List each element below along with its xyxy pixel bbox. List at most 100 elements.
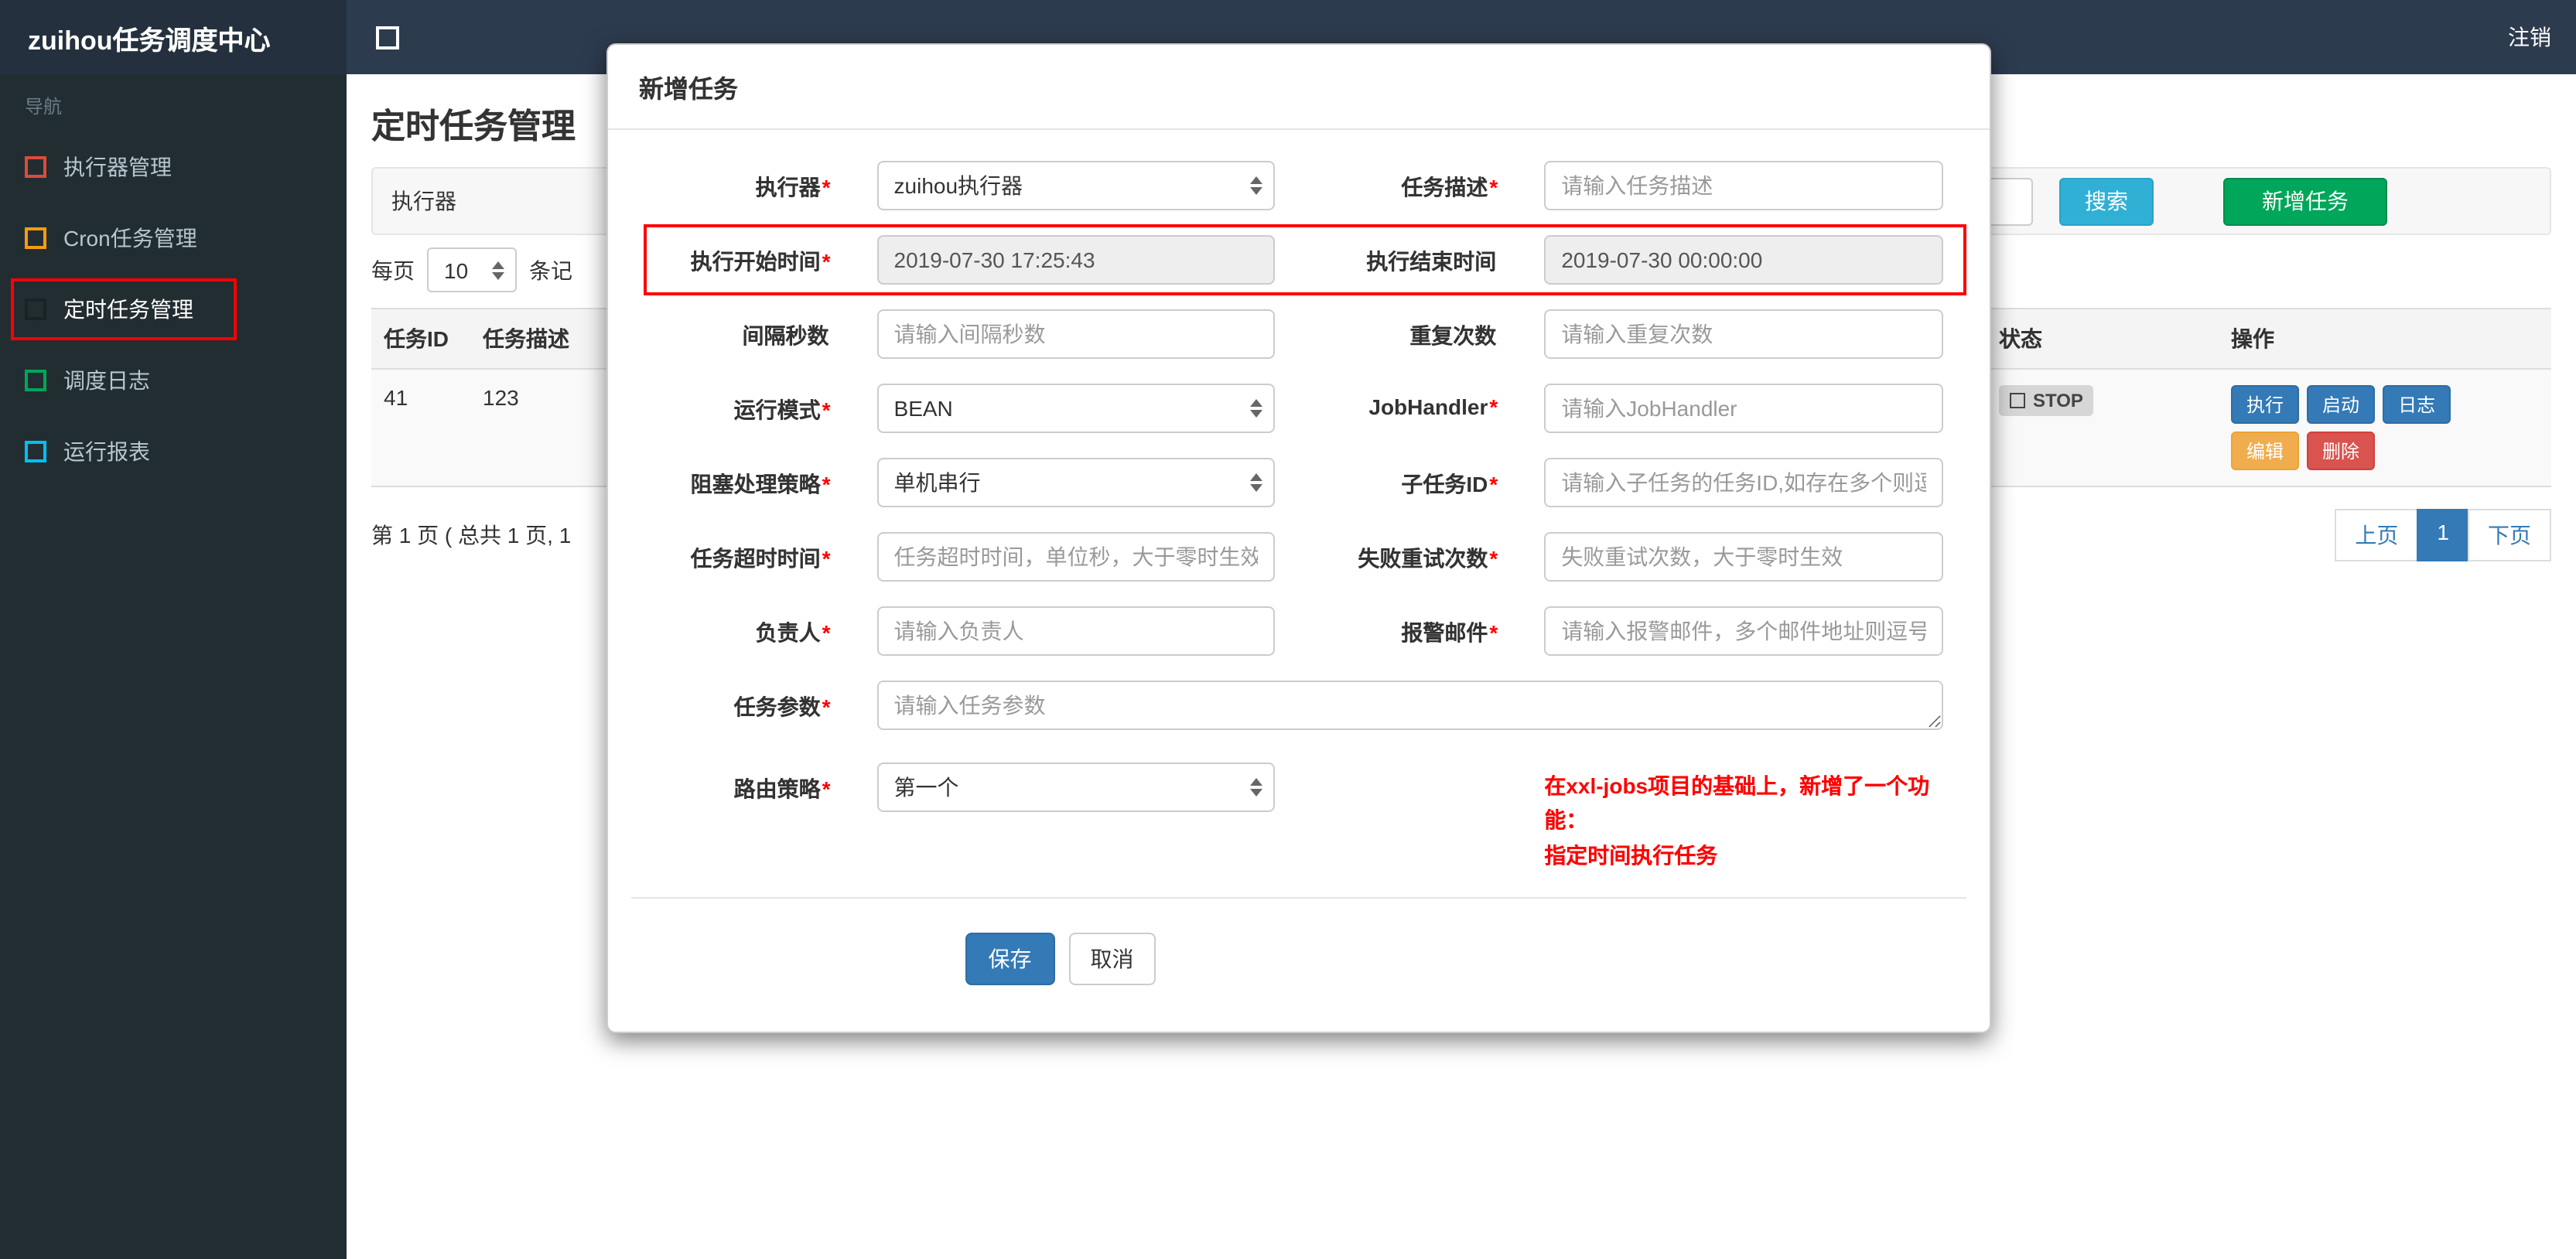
logout-link[interactable]: 注销 xyxy=(2508,22,2576,53)
select-arrows-icon xyxy=(1250,778,1263,797)
row-op-buttons: 执行 启动 日志 编辑 删除 xyxy=(2231,385,2494,470)
timeout-input[interactable] xyxy=(876,532,1276,582)
modal-title: 新增任务 xyxy=(608,45,1990,130)
run-mode-label: 运行模式 * xyxy=(733,397,831,422)
add-job-modal: 新增任务 执行器* zuihou执行器 任务描述* 执行开始时间* xyxy=(606,43,1991,1034)
start-button[interactable]: 启动 xyxy=(2307,385,2376,424)
interval-label: 间隔秒数 xyxy=(742,323,829,348)
delete-button[interactable]: 删除 xyxy=(2307,432,2376,470)
square-icon xyxy=(2010,393,2025,408)
per-page-suffix-label: 条记 xyxy=(529,258,572,282)
select-arrows-icon xyxy=(492,261,504,279)
app-brand: zuihou任务调度中心 xyxy=(0,0,347,74)
sidebar-item-label: Cron任务管理 xyxy=(63,226,197,251)
save-button[interactable]: 保存 xyxy=(965,933,1055,986)
screen: zuihou任务调度中心 注销 导航 执行器管理 Cron任务管理 定时任务管理 xyxy=(0,0,2576,1259)
select-arrows-icon xyxy=(1250,473,1263,492)
pagination: 上页 1 下页 xyxy=(2335,509,2551,561)
form-row-block-strategy: 阻塞处理策略 * 单机串行 子任务ID * xyxy=(631,458,1966,507)
job-params-label: 任务参数 * xyxy=(733,694,831,719)
sidebar-toggle-icon[interactable] xyxy=(376,26,399,49)
edit-button[interactable]: 编辑 xyxy=(2231,432,2300,470)
log-button[interactable]: 日志 xyxy=(2383,385,2451,424)
status-badge: STOP xyxy=(1999,385,2094,416)
owner-label: 负责人 * xyxy=(755,620,831,645)
timeout-label: 任务超时时间 * xyxy=(690,546,831,571)
sidebar-item-label: 执行器管理 xyxy=(63,155,172,179)
block-strategy-select[interactable]: 单机串行 xyxy=(876,458,1276,507)
form-row-run-mode: 运行模式 * BEAN JobHandler * xyxy=(631,384,1966,433)
route-strategy-label: 路由策略 * xyxy=(733,776,831,801)
sidebar-item-timed-task[interactable]: 定时任务管理 xyxy=(0,274,347,345)
jobhandler-input[interactable] xyxy=(1544,384,1943,433)
modal-footer: 保存 取消 xyxy=(608,899,1990,1032)
alarm-email-label: 报警邮件 * xyxy=(1401,620,1498,645)
start-time-input[interactable] xyxy=(876,235,1276,285)
form-row-job-params: 任务参数 * xyxy=(631,681,1966,738)
select-arrows-icon xyxy=(1250,399,1263,418)
cancel-button[interactable]: 取消 xyxy=(1068,933,1156,986)
col-header-operation: 操作 xyxy=(2219,308,2551,370)
pagination-summary: 第 1 页 ( 总共 1 页, 1 xyxy=(371,523,572,548)
jobhandler-label: JobHandler * xyxy=(1368,394,1498,419)
owner-input[interactable] xyxy=(876,606,1276,656)
sidebar-item-run-report[interactable]: 运行报表 xyxy=(0,416,347,487)
add-job-button[interactable]: 新增任务 xyxy=(2223,177,2387,225)
modal-body: 执行器* zuihou执行器 任务描述* 执行开始时间* 执行 xyxy=(608,130,1990,872)
block-strategy-label: 阻塞处理策略 * xyxy=(690,472,831,496)
alarm-email-input[interactable] xyxy=(1544,606,1943,656)
retry-count-input[interactable] xyxy=(1544,532,1943,582)
sidebar-item-label: 调度日志 xyxy=(63,368,150,393)
square-icon xyxy=(25,156,46,178)
sidebar: 导航 执行器管理 Cron任务管理 定时任务管理 调度日志 运行报表 xyxy=(0,74,347,1259)
square-icon xyxy=(25,227,46,249)
square-icon xyxy=(25,441,46,462)
sidebar-section-label: 导航 xyxy=(25,96,63,118)
cell-operation: 执行 启动 日志 编辑 删除 xyxy=(2219,369,2551,487)
sidebar-menu: 执行器管理 Cron任务管理 定时任务管理 调度日志 运行报表 xyxy=(0,131,347,487)
executor-label: 执行器 * xyxy=(755,175,831,200)
select-arrows-icon xyxy=(1250,176,1263,195)
form-row-timeout: 任务超时时间* 失败重试次数* xyxy=(631,532,1966,582)
form-row-owner: 负责人* 报警邮件* xyxy=(631,606,1966,656)
form-row-exec-time: 执行开始时间* 执行结束时间 xyxy=(631,224,1966,295)
executor-filter-label: 执行器 xyxy=(391,189,456,213)
form-row-route-strategy: 路由策略 * 第一个 在xxl-jobs项目的基础上，新增了一个功能： 指定时间执… xyxy=(631,763,1966,872)
square-icon xyxy=(25,370,46,391)
job-desc-label: 任务描述 * xyxy=(1401,175,1498,200)
start-time-label: 执行开始时间 * xyxy=(690,249,831,274)
end-time-label: 执行结束时间 xyxy=(1366,249,1497,274)
run-mode-select[interactable]: BEAN xyxy=(876,384,1276,433)
end-time-input[interactable] xyxy=(1544,235,1943,285)
next-page-button[interactable]: 下页 xyxy=(2468,509,2551,561)
repeat-count-label: 重复次数 xyxy=(1409,323,1497,348)
child-jobid-label: 子任务ID * xyxy=(1401,472,1498,496)
executor-select[interactable]: zuihou执行器 xyxy=(876,161,1276,210)
search-button[interactable]: 搜索 xyxy=(2059,177,2154,225)
interval-input[interactable] xyxy=(876,309,1276,359)
per-page-prefix-label: 每页 xyxy=(371,258,415,282)
retry-count-label: 失败重试次数 * xyxy=(1358,546,1498,571)
square-icon xyxy=(25,299,46,320)
sidebar-item-cron-task[interactable]: Cron任务管理 xyxy=(0,203,347,274)
route-strategy-select[interactable]: 第一个 xyxy=(876,763,1276,812)
job-desc-input[interactable] xyxy=(1544,161,1943,210)
child-jobid-input[interactable] xyxy=(1544,458,1943,507)
page-1-button[interactable]: 1 xyxy=(2417,509,2469,561)
col-header-job-id: 任务ID xyxy=(371,308,470,370)
cell-job-id: 41 xyxy=(371,369,470,487)
job-params-textarea[interactable] xyxy=(876,681,1943,730)
col-header-status: 状态 xyxy=(1987,308,2219,370)
form-row-interval: 间隔秒数 重复次数 xyxy=(631,309,1966,359)
execute-button[interactable]: 执行 xyxy=(2231,385,2300,424)
feature-note: 在xxl-jobs项目的基础上，新增了一个功能： 指定时间执行任务 xyxy=(1544,773,1930,868)
sidebar-item-label: 定时任务管理 xyxy=(63,297,193,322)
cell-status: STOP xyxy=(1987,369,2219,487)
prev-page-button[interactable]: 上页 xyxy=(2335,509,2419,561)
form-row-executor: 执行器 * zuihou执行器 任务描述 * xyxy=(631,161,1966,210)
sidebar-item-dispatch-log[interactable]: 调度日志 xyxy=(0,345,347,416)
sidebar-item-executor-manage[interactable]: 执行器管理 xyxy=(0,131,347,203)
repeat-count-input[interactable] xyxy=(1544,309,1943,359)
per-page-select[interactable]: 10 xyxy=(427,247,517,292)
sidebar-item-label: 运行报表 xyxy=(63,439,150,464)
